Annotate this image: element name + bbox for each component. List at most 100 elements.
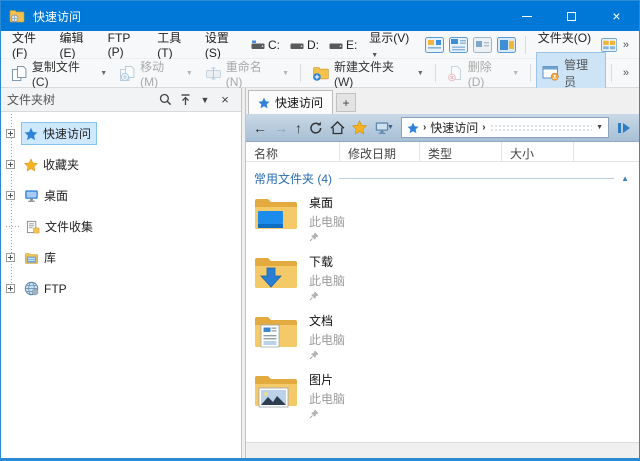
- chevron-down-icon: ▼: [512, 70, 519, 77]
- column-name[interactable]: 名称: [246, 142, 340, 161]
- new-tab-button[interactable]: +: [336, 93, 356, 112]
- move-label: 移动(M): [140, 58, 182, 89]
- file-item-pictures[interactable]: 图片 此电脑: [253, 370, 639, 423]
- file-item-location: 此电脑: [309, 390, 345, 407]
- group-header-common-folders[interactable]: 常用文件夹 (4) ▲: [254, 170, 629, 187]
- close-icon: ×: [221, 92, 229, 107]
- tree-item-file-collection[interactable]: 文件收集: [1, 211, 241, 242]
- tree-item-ftp[interactable]: FTP: [1, 273, 241, 304]
- plus-icon: +: [343, 96, 350, 110]
- close-button[interactable]: ×: [594, 1, 639, 31]
- drive-d-label: D:: [307, 38, 319, 52]
- address-dropdown-icon[interactable]: ▼: [596, 124, 603, 131]
- content-view-button[interactable]: [497, 37, 516, 53]
- move-button[interactable]: 移动(M) ▼: [113, 54, 199, 93]
- file-item-name: 桌面: [309, 194, 345, 211]
- home-button[interactable]: [330, 121, 345, 135]
- file-item-name: 下载: [309, 253, 345, 270]
- go-bar-icon: [618, 123, 621, 133]
- file-item-location: 此电脑: [309, 272, 345, 289]
- tree-node[interactable]: 快速访问: [21, 122, 97, 145]
- minimize-icon: [522, 16, 532, 17]
- drive-c-label: C:: [268, 38, 280, 52]
- copy-files-button[interactable]: 复制文件(C) ▼: [5, 54, 113, 93]
- tree-item-libraries[interactable]: 库: [1, 242, 241, 273]
- column-modified-date[interactable]: 修改日期: [340, 142, 420, 161]
- search-button[interactable]: [155, 90, 175, 110]
- new-folder-button[interactable]: 新建文件夹(W) ▼: [306, 54, 430, 93]
- column-size[interactable]: 大小: [502, 142, 574, 161]
- file-list-area: 常用文件夹 (4) ▲ 桌面 此电脑: [246, 162, 639, 458]
- tab-quick-access[interactable]: 快速访问: [248, 90, 333, 114]
- chevron-down-icon: ▼: [100, 70, 107, 77]
- pin-icon: [309, 291, 319, 301]
- delete-button[interactable]: 删除(D) ▼: [441, 54, 525, 93]
- rename-button[interactable]: 重命名(N) ▼: [199, 54, 295, 93]
- menubar-overflow-button[interactable]: »: [617, 39, 635, 51]
- tree-item-label: 收藏夹: [43, 156, 79, 173]
- file-item-documents[interactable]: 文档 此电脑: [253, 311, 639, 364]
- tree-node[interactable]: 库: [21, 246, 62, 269]
- tree-node[interactable]: 收藏夹: [21, 153, 85, 176]
- forward-button[interactable]: →: [274, 121, 288, 135]
- toolbar-overflow-button[interactable]: »: [617, 67, 635, 79]
- chevron-down-icon: ▼: [387, 124, 394, 131]
- file-item-location: 此电脑: [309, 213, 345, 230]
- address-bar[interactable]: › 快速访问 › ▼: [401, 117, 609, 138]
- blue-star-icon: [258, 97, 270, 109]
- menu-display-label: 显示(V): [369, 31, 409, 45]
- column-type[interactable]: 类型: [420, 142, 502, 161]
- panel-dropdown-button[interactable]: ▼: [195, 90, 215, 110]
- small-icons-view-button[interactable]: [473, 37, 492, 53]
- favorite-star-button[interactable]: [352, 120, 367, 135]
- expand-icon[interactable]: [6, 160, 15, 169]
- downloads-folder-icon: [253, 252, 299, 294]
- tree-item-desktop[interactable]: 桌面: [1, 180, 241, 211]
- tree-item-label: FTP: [44, 282, 67, 296]
- drive-icon: [251, 40, 265, 50]
- panel-close-button[interactable]: ×: [215, 90, 235, 110]
- documents-folder-icon: [253, 311, 299, 353]
- monitor-icon: [24, 189, 39, 203]
- back-button[interactable]: ←: [253, 121, 267, 135]
- drive-icon: [290, 40, 304, 50]
- tree-item-quick-access[interactable]: 快速访问: [1, 118, 241, 149]
- admin-icon: [542, 65, 560, 81]
- file-item-downloads[interactable]: 下载 此电脑: [253, 252, 639, 305]
- file-item-desktop[interactable]: 桌面 此电脑: [253, 193, 639, 246]
- navigation-bar: ← → ↑: [246, 114, 639, 142]
- gold-star-icon: [24, 158, 38, 172]
- computer-dropdown-button[interactable]: ▼: [374, 121, 394, 135]
- expand-icon[interactable]: [6, 129, 15, 138]
- expand-icon[interactable]: [6, 191, 15, 200]
- column-filler: [574, 142, 639, 161]
- up-button[interactable]: ↑: [295, 121, 302, 135]
- tree-node[interactable]: FTP: [21, 278, 73, 299]
- horizontal-scrollbar[interactable]: [246, 442, 639, 458]
- collapse-group-icon[interactable]: ▲: [621, 174, 629, 183]
- tree-node[interactable]: 文件收集: [23, 215, 99, 238]
- dual-pane-view-button[interactable]: [601, 37, 617, 53]
- history-go-button[interactable]: [616, 123, 632, 133]
- tree-node[interactable]: 桌面: [21, 184, 74, 207]
- breadcrumb-quick-access[interactable]: 快速访问: [430, 119, 478, 136]
- details-view-button[interactable]: [449, 37, 468, 53]
- expand-icon[interactable]: [6, 253, 15, 262]
- copy-icon: [11, 65, 28, 82]
- go-to-top-icon: [179, 93, 192, 106]
- drive-c-button[interactable]: C:: [246, 35, 285, 55]
- maximize-icon: [567, 12, 576, 21]
- pin-icon: [309, 409, 319, 419]
- refresh-button[interactable]: [309, 121, 323, 135]
- file-item-name: 文档: [309, 312, 345, 329]
- delete-icon: [447, 65, 464, 82]
- go-to-top-button[interactable]: [175, 90, 195, 110]
- new-folder-label: 新建文件夹(W): [334, 58, 413, 89]
- tree-item-favorites[interactable]: 收藏夹: [1, 149, 241, 180]
- large-icons-view-button[interactable]: [425, 37, 444, 53]
- folder-tree: 快速访问 收藏夹: [1, 112, 241, 458]
- drive-d-button[interactable]: D:: [285, 35, 324, 55]
- expand-icon[interactable]: [6, 284, 15, 293]
- main-area: 文件夹树 ▼ ×: [1, 88, 639, 458]
- drive-e-button[interactable]: E:: [324, 35, 362, 55]
